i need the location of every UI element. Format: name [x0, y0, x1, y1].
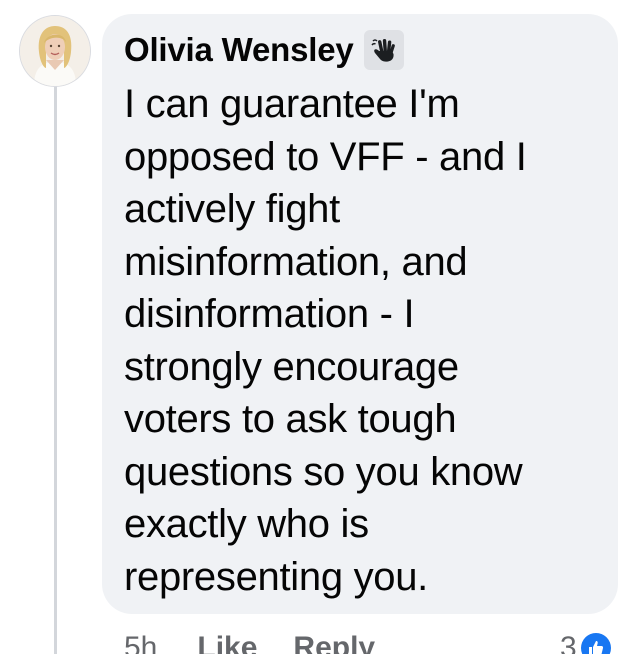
comment-line: exactly who is	[124, 502, 369, 546]
comment-line: actively fight	[124, 187, 340, 231]
comment-thread: Olivia Wensley I can guarantee I'm oppos…	[0, 0, 643, 654]
reply-button[interactable]: Reply	[293, 631, 375, 654]
comment-actions: 5h Like Reply	[124, 628, 411, 654]
reaction-summary[interactable]: 3	[560, 628, 611, 654]
comment-line: misinformation, and	[124, 239, 468, 284]
comment-line: questions so you know	[124, 449, 523, 494]
comment-timestamp[interactable]: 5h	[124, 631, 157, 654]
waving-hand-icon[interactable]	[363, 30, 404, 70]
author-name[interactable]: Olivia Wensley	[124, 31, 354, 69]
thread-line	[54, 86, 57, 654]
comment-line: strongly encourage	[124, 344, 459, 389]
comment-line: voters to ask tough	[124, 397, 457, 441]
comment-line: I can guarantee I'm	[124, 82, 460, 126]
reaction-count: 3	[560, 631, 577, 654]
comment-line: representing you.	[124, 554, 428, 599]
comment-line: disinformation - I	[124, 292, 415, 336]
comment-text: I can guarantee I'm opposed to VFF - and…	[124, 78, 604, 603]
avatar[interactable]	[20, 16, 90, 86]
thumbs-up-icon	[580, 633, 611, 654]
avatar-image	[20, 16, 90, 86]
comment-line: opposed to VFF - and I	[124, 134, 527, 179]
like-button[interactable]: Like	[197, 631, 257, 654]
author-row: Olivia Wensley	[124, 26, 404, 74]
